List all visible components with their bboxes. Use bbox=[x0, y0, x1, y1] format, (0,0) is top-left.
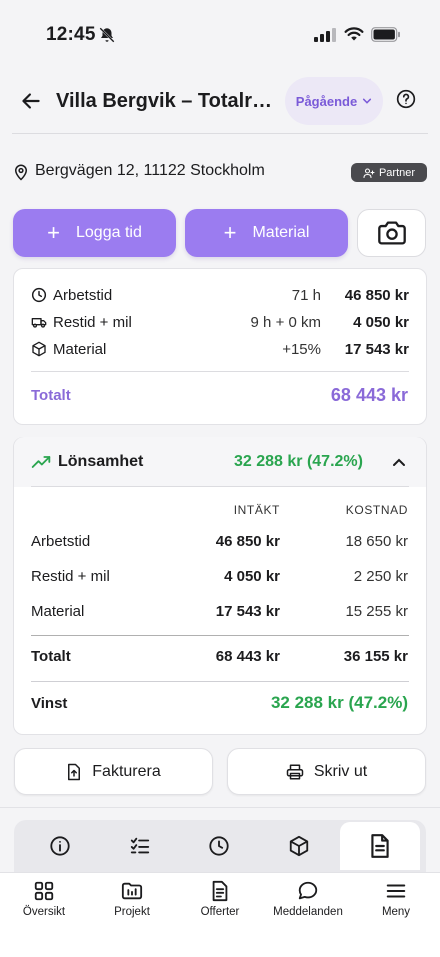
location-pin-icon bbox=[12, 163, 30, 181]
summary-row: Restid + mil 9 h + 0 km 4 050 kr bbox=[31, 312, 409, 332]
tab-time[interactable] bbox=[179, 822, 259, 870]
cost-column-header: KOSTNAD bbox=[345, 503, 408, 517]
nav-label: Meny bbox=[381, 906, 411, 918]
tab-summary[interactable] bbox=[340, 822, 420, 870]
profit-row-label: Restid + mil bbox=[31, 568, 110, 585]
trending-up-icon bbox=[31, 454, 51, 470]
profit-row-label: Arbetstid bbox=[31, 533, 91, 550]
summary-row-detail: +15% bbox=[282, 340, 321, 358]
add-material-label: Material bbox=[252, 224, 310, 241]
summary-divider bbox=[31, 371, 409, 372]
summary-row-value: 17 543 kr bbox=[344, 340, 409, 358]
partner-badge: Partner bbox=[351, 163, 427, 182]
project-address[interactable]: Bergvägen 12, 11122 Stockholm bbox=[35, 162, 265, 180]
summary-row: Arbetstid 71 h 46 850 kr bbox=[31, 285, 409, 305]
profit-total-income: 68 443 kr bbox=[215, 648, 280, 665]
nav-item-quotes[interactable]: Offerter bbox=[176, 880, 264, 930]
help-icon[interactable] bbox=[396, 89, 422, 115]
box-icon bbox=[31, 341, 47, 357]
profit-row-cost: 2 250 kr bbox=[353, 568, 408, 585]
battery-icon bbox=[371, 27, 401, 42]
nav-item-messages[interactable]: Meddelanden bbox=[264, 880, 352, 930]
profit-row-cost: 18 650 kr bbox=[345, 533, 408, 550]
profit-row-income: 4 050 kr bbox=[224, 568, 280, 585]
bell-off-icon bbox=[98, 26, 116, 44]
cellular-signal-icon bbox=[314, 28, 336, 42]
log-time-label: Logga tid bbox=[76, 224, 142, 241]
wifi-icon bbox=[344, 26, 364, 42]
profitability-header-value: 32 288 kr (47.2%) bbox=[234, 453, 363, 470]
document-icon bbox=[209, 880, 231, 902]
content-divider bbox=[0, 807, 440, 808]
summary-row-detail: 71 h bbox=[291, 286, 321, 304]
grid-icon bbox=[33, 880, 55, 902]
summary-row-label: Arbetstid bbox=[53, 286, 113, 304]
clock-icon bbox=[208, 835, 230, 857]
summary-row-value: 46 850 kr bbox=[344, 286, 409, 304]
print-button[interactable]: Skriv ut bbox=[227, 748, 426, 795]
profitability-header-divider bbox=[31, 486, 409, 487]
summary-total-label: Totalt bbox=[31, 387, 71, 404]
profit-divider bbox=[31, 681, 409, 682]
document-icon bbox=[368, 833, 392, 859]
camera-button[interactable] bbox=[357, 209, 426, 257]
menu-icon bbox=[385, 880, 407, 902]
page-title: Villa Bergvik – Totalr… bbox=[56, 90, 273, 112]
chat-icon bbox=[297, 880, 319, 902]
van-icon bbox=[31, 314, 47, 330]
profit-row-cost: 15 255 kr bbox=[345, 603, 408, 620]
nav-label: Meddelanden bbox=[273, 906, 343, 918]
tab-info[interactable] bbox=[20, 822, 100, 870]
camera-icon bbox=[377, 220, 407, 246]
summary-row-label: Material bbox=[53, 340, 107, 358]
back-arrow-icon[interactable] bbox=[18, 88, 44, 114]
summary-row: Material +15% 17 543 kr bbox=[31, 339, 409, 359]
folder-icon bbox=[121, 880, 143, 902]
project-status-label: Pågående bbox=[295, 93, 358, 109]
profitability-title: Lönsamhet bbox=[58, 453, 144, 470]
nav-label: Projekt bbox=[114, 906, 150, 918]
profit-value: 32 288 kr (47.2%) bbox=[270, 693, 408, 712]
plus-icon: + bbox=[223, 220, 237, 245]
header-divider bbox=[12, 133, 428, 134]
invoice-label: Fakturera bbox=[92, 762, 161, 780]
invoice-button[interactable]: Fakturera bbox=[14, 748, 213, 795]
profit-row-label: Material bbox=[31, 603, 85, 620]
chevron-up-icon[interactable] bbox=[391, 455, 407, 469]
partner-badge-label: Partner bbox=[378, 166, 416, 179]
summary-row-label: Restid + mil bbox=[53, 313, 132, 331]
plus-icon: + bbox=[47, 220, 60, 245]
info-icon bbox=[49, 835, 71, 857]
profit-row-income: 17 543 kr bbox=[215, 603, 280, 620]
printer-icon bbox=[286, 763, 304, 781]
summary-row-detail: 9 h + 0 km bbox=[250, 313, 321, 331]
tab-checklist[interactable] bbox=[100, 822, 180, 870]
log-time-button[interactable]: + Logga tid bbox=[13, 209, 176, 257]
chevron-down-icon bbox=[362, 96, 372, 106]
income-column-header: INTÄKT bbox=[233, 503, 280, 517]
upload-document-icon bbox=[66, 763, 82, 781]
profit-label: Vinst bbox=[31, 695, 68, 712]
profit-total-label: Totalt bbox=[31, 648, 71, 665]
nav-label: Översikt bbox=[22, 906, 66, 918]
nav-item-overview[interactable]: Översikt bbox=[0, 880, 88, 930]
checklist-icon bbox=[129, 835, 151, 857]
tab-material[interactable] bbox=[259, 822, 339, 870]
profit-row-income: 46 850 kr bbox=[215, 533, 280, 550]
summary-row-value: 4 050 kr bbox=[353, 313, 409, 331]
print-label: Skriv ut bbox=[313, 762, 368, 780]
profit-total-cost: 36 155 kr bbox=[343, 648, 408, 665]
nav-item-menu[interactable]: Meny bbox=[352, 880, 440, 930]
project-status-dropdown[interactable]: Pågående bbox=[285, 77, 383, 125]
profit-total-divider bbox=[31, 635, 409, 636]
user-plus-icon bbox=[363, 167, 375, 179]
nav-label: Offerter bbox=[200, 906, 240, 918]
summary-total-value: 68 443 kr bbox=[330, 385, 408, 405]
nav-item-projects[interactable]: Projekt bbox=[88, 880, 176, 930]
clock-icon bbox=[31, 287, 47, 303]
add-material-button[interactable]: + Material bbox=[185, 209, 348, 257]
status-time: 12:45 bbox=[46, 24, 96, 45]
box-icon bbox=[288, 835, 310, 857]
